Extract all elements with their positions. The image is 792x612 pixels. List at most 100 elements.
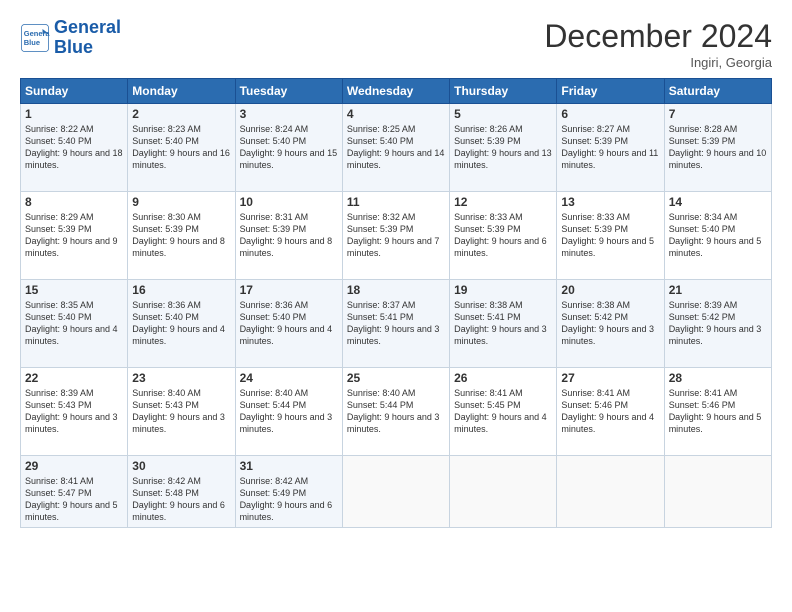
day-number: 4 bbox=[347, 107, 445, 121]
day-info: Sunrise: 8:38 AMSunset: 5:41 PMDaylight:… bbox=[454, 300, 547, 346]
day-info: Sunrise: 8:31 AMSunset: 5:39 PMDaylight:… bbox=[240, 212, 333, 258]
table-row: 23 Sunrise: 8:40 AMSunset: 5:43 PMDaylig… bbox=[128, 368, 235, 456]
logo-text: General Blue bbox=[54, 18, 121, 58]
day-number: 14 bbox=[669, 195, 767, 209]
table-row: 1 Sunrise: 8:22 AMSunset: 5:40 PMDayligh… bbox=[21, 104, 128, 192]
day-number: 16 bbox=[132, 283, 230, 297]
table-row: 10 Sunrise: 8:31 AMSunset: 5:39 PMDaylig… bbox=[235, 192, 342, 280]
day-number: 20 bbox=[561, 283, 659, 297]
table-row: 8 Sunrise: 8:29 AMSunset: 5:39 PMDayligh… bbox=[21, 192, 128, 280]
title-block: December 2024 Ingiri, Georgia bbox=[544, 18, 772, 70]
day-number: 24 bbox=[240, 371, 338, 385]
day-info: Sunrise: 8:39 AMSunset: 5:42 PMDaylight:… bbox=[669, 300, 762, 346]
logo-line2: Blue bbox=[54, 38, 121, 58]
table-row: 11 Sunrise: 8:32 AMSunset: 5:39 PMDaylig… bbox=[342, 192, 449, 280]
col-thursday: Thursday bbox=[450, 79, 557, 104]
day-number: 18 bbox=[347, 283, 445, 297]
table-row: 18 Sunrise: 8:37 AMSunset: 5:41 PMDaylig… bbox=[342, 280, 449, 368]
day-number: 6 bbox=[561, 107, 659, 121]
table-row bbox=[450, 456, 557, 528]
table-row: 6 Sunrise: 8:27 AMSunset: 5:39 PMDayligh… bbox=[557, 104, 664, 192]
table-row: 27 Sunrise: 8:41 AMSunset: 5:46 PMDaylig… bbox=[557, 368, 664, 456]
day-info: Sunrise: 8:38 AMSunset: 5:42 PMDaylight:… bbox=[561, 300, 654, 346]
day-number: 17 bbox=[240, 283, 338, 297]
table-row: 22 Sunrise: 8:39 AMSunset: 5:43 PMDaylig… bbox=[21, 368, 128, 456]
table-row bbox=[342, 456, 449, 528]
day-number: 31 bbox=[240, 459, 338, 473]
logo-line1: General bbox=[54, 18, 121, 38]
day-number: 29 bbox=[25, 459, 123, 473]
table-row: 25 Sunrise: 8:40 AMSunset: 5:44 PMDaylig… bbox=[342, 368, 449, 456]
day-number: 1 bbox=[25, 107, 123, 121]
day-info: Sunrise: 8:30 AMSunset: 5:39 PMDaylight:… bbox=[132, 212, 225, 258]
day-number: 7 bbox=[669, 107, 767, 121]
day-number: 27 bbox=[561, 371, 659, 385]
table-row: 17 Sunrise: 8:36 AMSunset: 5:40 PMDaylig… bbox=[235, 280, 342, 368]
logo: General Blue General Blue bbox=[20, 18, 121, 58]
day-info: Sunrise: 8:40 AMSunset: 5:43 PMDaylight:… bbox=[132, 388, 225, 434]
table-row: 2 Sunrise: 8:23 AMSunset: 5:40 PMDayligh… bbox=[128, 104, 235, 192]
logo-icon: General Blue bbox=[20, 23, 50, 53]
month-title: December 2024 bbox=[544, 18, 772, 55]
day-number: 23 bbox=[132, 371, 230, 385]
day-number: 26 bbox=[454, 371, 552, 385]
day-info: Sunrise: 8:34 AMSunset: 5:40 PMDaylight:… bbox=[669, 212, 762, 258]
svg-text:Blue: Blue bbox=[24, 38, 40, 47]
day-info: Sunrise: 8:24 AMSunset: 5:40 PMDaylight:… bbox=[240, 124, 338, 170]
day-info: Sunrise: 8:35 AMSunset: 5:40 PMDaylight:… bbox=[25, 300, 118, 346]
table-row: 24 Sunrise: 8:40 AMSunset: 5:44 PMDaylig… bbox=[235, 368, 342, 456]
table-row: 19 Sunrise: 8:38 AMSunset: 5:41 PMDaylig… bbox=[450, 280, 557, 368]
day-info: Sunrise: 8:39 AMSunset: 5:43 PMDaylight:… bbox=[25, 388, 118, 434]
day-number: 12 bbox=[454, 195, 552, 209]
col-monday: Monday bbox=[128, 79, 235, 104]
day-number: 2 bbox=[132, 107, 230, 121]
day-info: Sunrise: 8:41 AMSunset: 5:46 PMDaylight:… bbox=[561, 388, 654, 434]
day-info: Sunrise: 8:33 AMSunset: 5:39 PMDaylight:… bbox=[454, 212, 547, 258]
day-info: Sunrise: 8:40 AMSunset: 5:44 PMDaylight:… bbox=[347, 388, 440, 434]
header: General Blue General Blue December 2024 … bbox=[20, 18, 772, 70]
col-friday: Friday bbox=[557, 79, 664, 104]
day-info: Sunrise: 8:23 AMSunset: 5:40 PMDaylight:… bbox=[132, 124, 230, 170]
day-info: Sunrise: 8:33 AMSunset: 5:39 PMDaylight:… bbox=[561, 212, 654, 258]
day-info: Sunrise: 8:41 AMSunset: 5:47 PMDaylight:… bbox=[25, 476, 118, 522]
day-info: Sunrise: 8:42 AMSunset: 5:48 PMDaylight:… bbox=[132, 476, 225, 522]
day-info: Sunrise: 8:41 AMSunset: 5:46 PMDaylight:… bbox=[669, 388, 762, 434]
day-info: Sunrise: 8:29 AMSunset: 5:39 PMDaylight:… bbox=[25, 212, 118, 258]
day-info: Sunrise: 8:32 AMSunset: 5:39 PMDaylight:… bbox=[347, 212, 440, 258]
day-info: Sunrise: 8:26 AMSunset: 5:39 PMDaylight:… bbox=[454, 124, 552, 170]
col-sunday: Sunday bbox=[21, 79, 128, 104]
table-row: 16 Sunrise: 8:36 AMSunset: 5:40 PMDaylig… bbox=[128, 280, 235, 368]
calendar-header: Sunday Monday Tuesday Wednesday Thursday… bbox=[21, 79, 772, 104]
day-number: 9 bbox=[132, 195, 230, 209]
table-row: 7 Sunrise: 8:28 AMSunset: 5:39 PMDayligh… bbox=[664, 104, 771, 192]
day-number: 30 bbox=[132, 459, 230, 473]
table-row: 12 Sunrise: 8:33 AMSunset: 5:39 PMDaylig… bbox=[450, 192, 557, 280]
calendar-table: Sunday Monday Tuesday Wednesday Thursday… bbox=[20, 78, 772, 528]
table-row: 13 Sunrise: 8:33 AMSunset: 5:39 PMDaylig… bbox=[557, 192, 664, 280]
day-number: 19 bbox=[454, 283, 552, 297]
day-info: Sunrise: 8:27 AMSunset: 5:39 PMDaylight:… bbox=[561, 124, 658, 170]
table-row: 4 Sunrise: 8:25 AMSunset: 5:40 PMDayligh… bbox=[342, 104, 449, 192]
day-info: Sunrise: 8:25 AMSunset: 5:40 PMDaylight:… bbox=[347, 124, 445, 170]
table-row: 14 Sunrise: 8:34 AMSunset: 5:40 PMDaylig… bbox=[664, 192, 771, 280]
day-number: 13 bbox=[561, 195, 659, 209]
day-number: 22 bbox=[25, 371, 123, 385]
day-info: Sunrise: 8:36 AMSunset: 5:40 PMDaylight:… bbox=[132, 300, 225, 346]
table-row: 9 Sunrise: 8:30 AMSunset: 5:39 PMDayligh… bbox=[128, 192, 235, 280]
day-info: Sunrise: 8:28 AMSunset: 5:39 PMDaylight:… bbox=[669, 124, 767, 170]
table-row bbox=[557, 456, 664, 528]
day-info: Sunrise: 8:22 AMSunset: 5:40 PMDaylight:… bbox=[25, 124, 123, 170]
table-row: 26 Sunrise: 8:41 AMSunset: 5:45 PMDaylig… bbox=[450, 368, 557, 456]
header-row: Sunday Monday Tuesday Wednesday Thursday… bbox=[21, 79, 772, 104]
table-row: 29 Sunrise: 8:41 AMSunset: 5:47 PMDaylig… bbox=[21, 456, 128, 528]
day-number: 5 bbox=[454, 107, 552, 121]
day-number: 10 bbox=[240, 195, 338, 209]
table-row bbox=[664, 456, 771, 528]
table-row: 31 Sunrise: 8:42 AMSunset: 5:49 PMDaylig… bbox=[235, 456, 342, 528]
day-number: 25 bbox=[347, 371, 445, 385]
table-row: 21 Sunrise: 8:39 AMSunset: 5:42 PMDaylig… bbox=[664, 280, 771, 368]
day-number: 3 bbox=[240, 107, 338, 121]
col-saturday: Saturday bbox=[664, 79, 771, 104]
day-info: Sunrise: 8:40 AMSunset: 5:44 PMDaylight:… bbox=[240, 388, 333, 434]
calendar-body: 1 Sunrise: 8:22 AMSunset: 5:40 PMDayligh… bbox=[21, 104, 772, 528]
